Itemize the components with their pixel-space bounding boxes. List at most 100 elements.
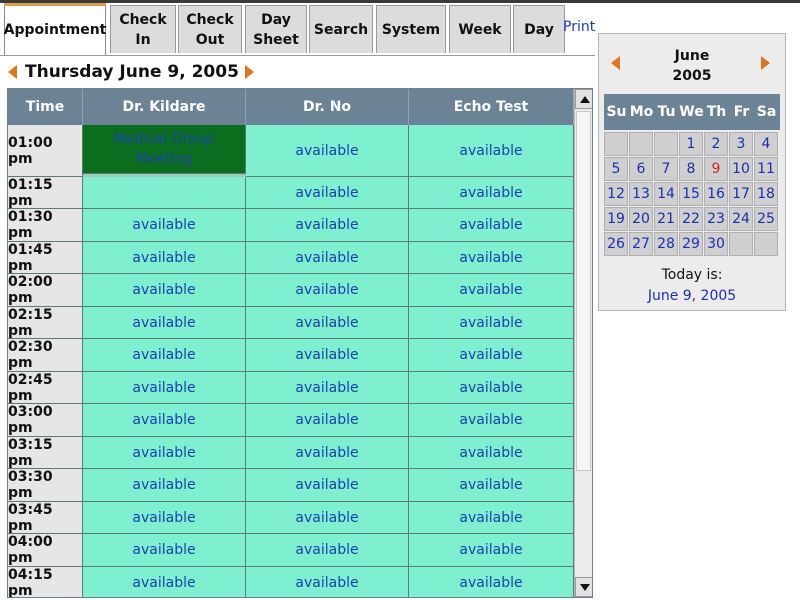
slot-cell[interactable]: available — [246, 242, 409, 274]
calendar-empty-cell — [604, 132, 628, 156]
slot-cell[interactable] — [83, 177, 246, 209]
slot-cell[interactable]: available — [409, 437, 574, 469]
slot-cell[interactable]: available — [246, 274, 409, 307]
slot-cell[interactable]: available — [83, 437, 246, 469]
calendar-day-24[interactable]: 24 — [729, 207, 753, 231]
slot-cell[interactable]: available — [246, 177, 409, 209]
calendar-day-29[interactable]: 29 — [679, 232, 703, 256]
calendar-day-19[interactable]: 19 — [604, 207, 628, 231]
slot-cell[interactable]: available — [246, 209, 409, 242]
weekday-we: We — [679, 104, 704, 120]
slot-cell[interactable]: available — [83, 339, 246, 372]
slot-cell[interactable]: available — [246, 502, 409, 534]
next-month-arrow-icon[interactable] — [761, 56, 770, 70]
slot-cell[interactable]: available — [409, 339, 574, 372]
slot-cell[interactable]: available — [246, 567, 409, 597]
slot-cell[interactable]: available — [409, 177, 574, 209]
tab-search[interactable]: Search — [309, 5, 373, 53]
calendar-empty-cell — [654, 132, 678, 156]
table-row: 01:45 pm available available available — [8, 242, 574, 274]
calendar-day-25[interactable]: 25 — [754, 207, 778, 231]
slot-cell[interactable]: available — [246, 125, 409, 177]
slot-cell[interactable]: available — [409, 274, 574, 307]
tab-system[interactable]: System — [376, 5, 446, 53]
calendar-day-18[interactable]: 18 — [754, 182, 778, 206]
calendar-day-14[interactable]: 14 — [654, 182, 678, 206]
slot-cell[interactable]: available — [246, 534, 409, 567]
slot-cell[interactable]: available — [246, 372, 409, 404]
scheduler-app: Appointment Check In Check Out Day Sheet Sea… — [0, 0, 800, 600]
column-header-dr-kildare: Dr. Kildare — [83, 89, 246, 125]
calendar-weekday-header: Su Mo Tu We Th Fr Sa — [604, 94, 780, 130]
print-link[interactable]: Print — [563, 19, 595, 35]
tab-check-in[interactable]: Check In — [110, 5, 176, 53]
appointment-block[interactable]: Medical Group Meeting — [83, 125, 246, 174]
time-cell: 03:30 pm — [8, 469, 83, 502]
scroll-down-button[interactable] — [575, 577, 592, 597]
slot-cell[interactable]: available — [246, 404, 409, 437]
prev-day-arrow-icon[interactable] — [8, 65, 17, 79]
calendar-day-7[interactable]: 7 — [654, 157, 678, 181]
calendar-day-20[interactable]: 20 — [629, 207, 653, 231]
slot-cell[interactable]: available — [83, 469, 246, 502]
tab-week[interactable]: Week — [449, 5, 511, 53]
slot-cell[interactable]: available — [409, 242, 574, 274]
slot-cell[interactable]: available — [83, 567, 246, 597]
slot-cell[interactable]: available — [409, 502, 574, 534]
calendar-day-11[interactable]: 11 — [754, 157, 778, 181]
slot-cell[interactable]: available — [246, 339, 409, 372]
calendar-day-3[interactable]: 3 — [729, 132, 753, 156]
calendar-day-23[interactable]: 23 — [704, 207, 728, 231]
slot-cell[interactable]: available — [409, 404, 574, 437]
calendar-day-2[interactable]: 2 — [704, 132, 728, 156]
slot-cell[interactable]: available — [409, 469, 574, 502]
slot-cell[interactable]: available — [83, 209, 246, 242]
slot-cell[interactable]: available — [246, 469, 409, 502]
slot-cell[interactable]: available — [83, 274, 246, 307]
slot-cell[interactable]: available — [83, 502, 246, 534]
slot-cell[interactable]: available — [409, 534, 574, 567]
calendar-day-16[interactable]: 16 — [704, 182, 728, 206]
next-day-arrow-icon[interactable] — [244, 65, 254, 79]
slot-cell[interactable]: available — [409, 125, 574, 177]
today-date-link[interactable]: June 9, 2005 — [599, 288, 785, 304]
calendar-day-4[interactable]: 4 — [754, 132, 778, 156]
calendar-day-1[interactable]: 1 — [679, 132, 703, 156]
slot-cell[interactable]: available — [409, 372, 574, 404]
slot-cell[interactable]: available — [409, 307, 574, 339]
slot-cell[interactable]: available — [246, 437, 409, 469]
calendar-day-12[interactable]: 12 — [604, 182, 628, 206]
calendar-day-21[interactable]: 21 — [654, 207, 678, 231]
scroll-up-button[interactable] — [575, 89, 592, 109]
vertical-scrollbar[interactable] — [574, 89, 592, 597]
slot-cell[interactable]: available — [409, 209, 574, 242]
slot-cell[interactable]: available — [83, 404, 246, 437]
table-row: 02:15 pm available available available — [8, 307, 574, 339]
calendar-day-13[interactable]: 13 — [629, 182, 653, 206]
slot-cell[interactable]: available — [83, 242, 246, 274]
slot-cell[interactable]: available — [83, 372, 246, 404]
tab-day-sheet[interactable]: Day Sheet — [245, 5, 307, 53]
calendar-day-26[interactable]: 26 — [604, 232, 628, 256]
calendar-day-28[interactable]: 28 — [654, 232, 678, 256]
slot-cell[interactable]: available — [246, 307, 409, 339]
tab-appointment[interactable]: Appointment — [4, 3, 106, 55]
scroll-thumb[interactable] — [576, 111, 591, 471]
calendar-day-15[interactable]: 15 — [679, 182, 703, 206]
calendar-day-30[interactable]: 30 — [704, 232, 728, 256]
schedule-grid: Time Dr. Kildare Dr. No Echo Test 01:00 pm M… — [7, 88, 593, 598]
calendar-day-17[interactable]: 17 — [729, 182, 753, 206]
calendar-day-9[interactable]: 9 — [704, 157, 728, 181]
calendar-day-6[interactable]: 6 — [629, 157, 653, 181]
calendar-day-22[interactable]: 22 — [679, 207, 703, 231]
slot-cell[interactable]: available — [83, 534, 246, 567]
table-row: 02:30 pm available available available — [8, 339, 574, 372]
slot-cell[interactable]: available — [409, 567, 574, 597]
slot-cell[interactable]: available — [83, 307, 246, 339]
tab-check-out[interactable]: Check Out — [178, 5, 242, 53]
calendar-day-5[interactable]: 5 — [604, 157, 628, 181]
calendar-day-8[interactable]: 8 — [679, 157, 703, 181]
calendar-day-10[interactable]: 10 — [729, 157, 753, 181]
tab-day[interactable]: Day — [513, 5, 565, 53]
calendar-day-27[interactable]: 27 — [629, 232, 653, 256]
